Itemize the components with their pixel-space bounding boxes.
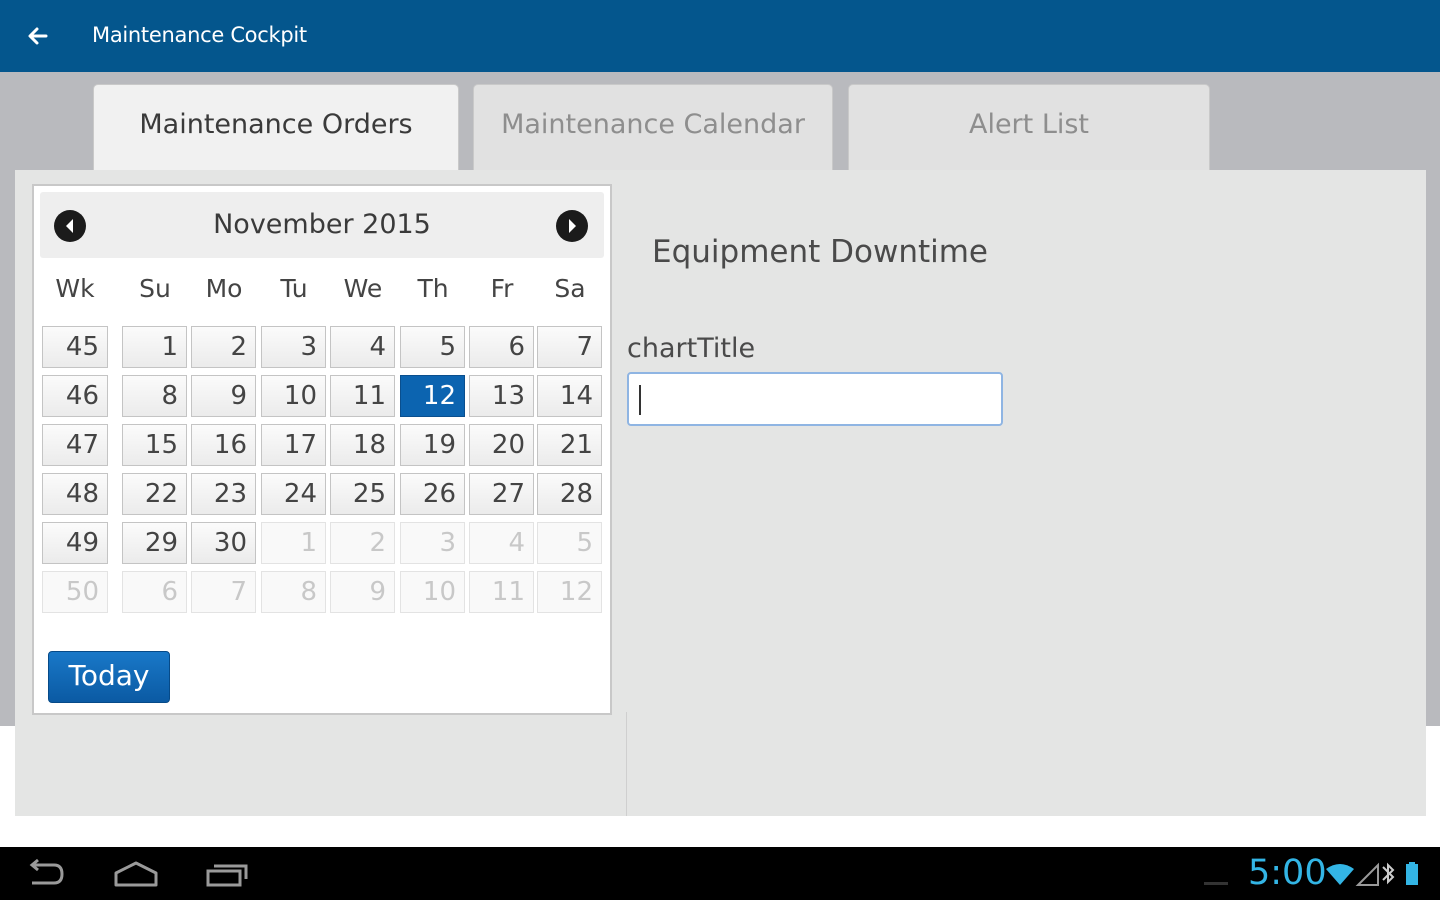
chevron-right-icon bbox=[569, 219, 576, 233]
calendar-day-outside[interactable]: 7 bbox=[191, 571, 256, 613]
date-picker: November 2015 Wk Su Mo Tu We Th Fr Sa 45 1 2 3 4 5 6 7… bbox=[32, 184, 612, 715]
calendar-day[interactable]: 18 bbox=[330, 424, 395, 466]
calendar-day-outside[interactable]: 9 bbox=[330, 571, 395, 613]
panel-divider bbox=[626, 712, 627, 816]
week-number: 50 bbox=[42, 571, 108, 613]
calendar-day[interactable]: 26 bbox=[400, 473, 465, 515]
calendar-day[interactable]: 23 bbox=[191, 473, 256, 515]
calendar-day[interactable]: 16 bbox=[191, 424, 256, 466]
calendar-day[interactable]: 20 bbox=[469, 424, 534, 466]
week-number: 49 bbox=[42, 522, 108, 564]
calendar-day-outside[interactable]: 3 bbox=[400, 522, 465, 564]
week-number: 45 bbox=[42, 326, 108, 368]
calendar-day-outside[interactable]: 6 bbox=[122, 571, 187, 613]
weekday-header: Th bbox=[417, 274, 449, 303]
weekday-header: We bbox=[343, 274, 383, 303]
calendar-day[interactable]: 15 bbox=[122, 424, 187, 466]
calendar-day[interactable]: 25 bbox=[330, 473, 395, 515]
calendar-day-outside[interactable]: 2 bbox=[330, 522, 395, 564]
weekday-header-row: Wk Su Mo Tu We Th Fr Sa bbox=[34, 274, 614, 310]
weekday-header: Su bbox=[139, 274, 171, 303]
wifi-icon bbox=[1326, 864, 1354, 885]
status-icons bbox=[1326, 861, 1426, 887]
weekday-header: Sa bbox=[554, 274, 586, 303]
weekday-header: Fr bbox=[490, 274, 514, 303]
calendar-day[interactable]: 3 bbox=[261, 326, 326, 368]
recent-apps-icon[interactable] bbox=[204, 857, 250, 895]
calendar-grid: 45 1 2 3 4 5 6 7 46 8 9 10 11 12 13 14 47 15 16 17 18 19 20 21 4… bbox=[34, 326, 610, 626]
weekday-header: Tu bbox=[280, 274, 308, 303]
week-number: 46 bbox=[42, 375, 108, 417]
weekday-header: Wk bbox=[55, 274, 95, 303]
calendar-day[interactable]: 7 bbox=[537, 326, 602, 368]
calendar-day-selected[interactable]: 12 bbox=[400, 375, 465, 417]
calendar-day[interactable]: 14 bbox=[537, 375, 602, 417]
calendar-day[interactable]: 17 bbox=[261, 424, 326, 466]
tab-alert-list[interactable]: Alert List bbox=[848, 84, 1210, 170]
tab-label: Maintenance Calendar bbox=[501, 109, 805, 140]
calendar-day-outside[interactable]: 12 bbox=[537, 571, 602, 613]
calendar-day[interactable]: 22 bbox=[122, 473, 187, 515]
tab-maintenance-orders[interactable]: Maintenance Orders bbox=[93, 84, 459, 170]
calendar-day[interactable]: 6 bbox=[469, 326, 534, 368]
calendar-day[interactable]: 8 bbox=[122, 375, 187, 417]
tab-label: Alert List bbox=[968, 109, 1090, 140]
calendar-day[interactable]: 13 bbox=[469, 375, 534, 417]
calendar-day[interactable]: 2 bbox=[191, 326, 256, 368]
calendar-day[interactable]: 19 bbox=[400, 424, 465, 466]
home-icon[interactable] bbox=[112, 857, 160, 895]
week-number: 47 bbox=[42, 424, 108, 466]
calendar-day-outside[interactable]: 4 bbox=[469, 522, 534, 564]
weekday-header: Mo bbox=[205, 274, 243, 303]
month-label: November 2015 bbox=[213, 209, 431, 240]
calendar-day[interactable]: 1 bbox=[122, 326, 187, 368]
calendar-day[interactable]: 27 bbox=[469, 473, 534, 515]
calendar-day[interactable]: 9 bbox=[191, 375, 256, 417]
next-month-button[interactable] bbox=[556, 210, 588, 242]
calendar-day[interactable]: 30 bbox=[191, 522, 256, 564]
signal-icon bbox=[1355, 862, 1379, 886]
back-icon[interactable] bbox=[24, 857, 68, 895]
chart-title-input[interactable] bbox=[627, 372, 1003, 426]
calendar-day[interactable]: 11 bbox=[330, 375, 395, 417]
calendar-day[interactable]: 5 bbox=[400, 326, 465, 368]
clock: 5:00 bbox=[1248, 853, 1327, 893]
tab-maintenance-calendar[interactable]: Maintenance Calendar bbox=[473, 84, 833, 170]
notification-dash-icon bbox=[1204, 871, 1228, 890]
calendar-day[interactable]: 24 bbox=[261, 473, 326, 515]
text-caret bbox=[639, 385, 641, 415]
calendar-day[interactable]: 28 bbox=[537, 473, 602, 515]
calendar-day-outside[interactable]: 11 bbox=[469, 571, 534, 613]
back-arrow-icon[interactable] bbox=[24, 22, 52, 50]
calendar-day[interactable]: 10 bbox=[261, 375, 326, 417]
today-button[interactable]: Today bbox=[48, 651, 170, 703]
date-picker-header: November 2015 bbox=[40, 192, 604, 258]
panel-title: Equipment Downtime bbox=[652, 234, 989, 270]
calendar-day[interactable]: 4 bbox=[330, 326, 395, 368]
week-number: 48 bbox=[42, 473, 108, 515]
tab-label: Maintenance Orders bbox=[139, 109, 413, 140]
battery-icon bbox=[1406, 864, 1418, 885]
app-bar: Maintenance Cockpit bbox=[0, 0, 1440, 72]
calendar-day-outside[interactable]: 10 bbox=[400, 571, 465, 613]
app-title: Maintenance Cockpit bbox=[92, 23, 307, 47]
chart-title-label: chartTitle bbox=[627, 333, 756, 364]
calendar-day[interactable]: 21 bbox=[537, 424, 602, 466]
system-navigation-bar: 5:00 bbox=[0, 847, 1440, 900]
calendar-day-outside[interactable]: 8 bbox=[261, 571, 326, 613]
calendar-day-outside[interactable]: 1 bbox=[261, 522, 326, 564]
calendar-day[interactable]: 29 bbox=[122, 522, 187, 564]
bluetooth-icon bbox=[1382, 862, 1395, 885]
calendar-day-outside[interactable]: 5 bbox=[537, 522, 602, 564]
